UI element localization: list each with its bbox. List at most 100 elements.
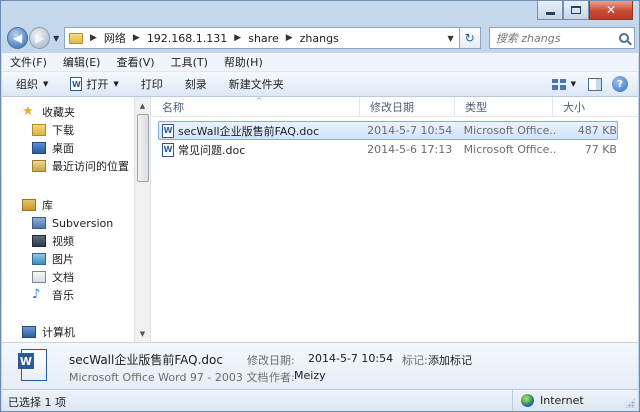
new-folder-label: 新建文件夹	[228, 78, 284, 91]
nav-item-videos[interactable]: 视频	[2, 232, 134, 250]
nav-libraries[interactable]: 库	[2, 196, 134, 214]
back-button[interactable]: ◀	[7, 27, 29, 49]
view-options-dropdown[interactable]: ▼	[571, 80, 576, 88]
nav-item-label: 图片	[52, 253, 74, 266]
nav-favorites[interactable]: ★ 收藏夹	[2, 103, 134, 121]
column-date-modified[interactable]: 修改日期	[360, 96, 455, 117]
details-pane: W secWall企业版售前FAQ.doc Microsoft Office W…	[2, 342, 638, 389]
nav-item-recent-places[interactable]: 最近访问的位置	[2, 157, 134, 175]
breadcrumb-zhangs[interactable]: zhangs	[300, 32, 339, 45]
nav-item-desktop[interactable]: 桌面	[2, 139, 134, 157]
nav-item-documents[interactable]: 文档	[2, 268, 134, 286]
menu-tools[interactable]: 工具(T)	[171, 54, 208, 70]
column-headers: ^ 名称 修改日期 类型 大小	[152, 96, 638, 117]
breadcrumb-share[interactable]: share	[248, 32, 279, 45]
details-tags-value[interactable]: 添加标记	[428, 352, 472, 368]
minimize-button[interactable]	[537, 1, 563, 20]
burn-button[interactable]: 刻录	[185, 76, 207, 92]
details-file-type: Microsoft Office Word 97 - 2003 文档	[69, 371, 269, 384]
downloads-folder-icon	[32, 124, 46, 136]
column-type[interactable]: 类型	[455, 96, 553, 117]
breadcrumb-network[interactable]: 网络	[104, 30, 126, 46]
menu-help[interactable]: 帮助(H)	[224, 54, 263, 70]
recent-pages-dropdown[interactable]: ▼	[51, 34, 61, 43]
open-button[interactable]: W 打开 ▼	[70, 76, 119, 92]
search-box[interactable]	[488, 27, 635, 49]
file-size: 487 KB	[577, 124, 617, 137]
menu-file[interactable]: 文件(F)	[10, 54, 47, 70]
file-name-cell: W secWall企业版售前FAQ.doc	[159, 123, 365, 139]
close-button[interactable]: ✕	[589, 1, 633, 20]
nav-item-subversion[interactable]: Subversion	[2, 214, 134, 232]
nav-item-label: 视频	[52, 235, 74, 248]
print-label: 打印	[140, 78, 163, 91]
back-arrow-icon: ◀	[12, 31, 23, 45]
breadcrumb-separator[interactable]: ▶	[90, 33, 97, 43]
menu-view[interactable]: 查看(V)	[116, 54, 154, 70]
preview-pane-icon[interactable]	[588, 77, 602, 91]
file-row[interactable]: W secWall企业版售前FAQ.doc 2014-5-7 10:54 Mic…	[158, 121, 618, 140]
address-history-dropdown[interactable]: ▼	[443, 34, 459, 43]
organize-button[interactable]: 组织 ▼	[16, 76, 48, 92]
file-type: Microsoft Office...	[463, 124, 558, 137]
nav-item-label: 下载	[52, 124, 74, 137]
print-button[interactable]: 打印	[141, 76, 163, 92]
chevron-down-icon: ▼	[43, 80, 49, 88]
resize-grip[interactable]	[625, 398, 635, 408]
music-icon: ♪	[32, 287, 41, 302]
scrollbar-thumb[interactable]	[137, 114, 149, 182]
burn-label: 刻录	[184, 78, 207, 91]
caption-buttons: ✕	[537, 1, 633, 20]
nav-computer-label: 计算机	[42, 326, 75, 339]
scroll-down-icon[interactable]: ▼	[135, 325, 150, 342]
file-name: secWall企业版售前FAQ.doc	[178, 124, 320, 138]
computer-icon	[22, 326, 36, 338]
change-view-icon[interactable]	[550, 77, 568, 92]
menu-bar: 文件(F) 编辑(E) 查看(V) 工具(T) 帮助(H)	[2, 53, 638, 72]
nav-item-music[interactable]: ♪ 音乐	[2, 286, 134, 304]
word-document-icon: W	[162, 123, 174, 138]
security-zone: Internet	[512, 390, 622, 411]
nav-computer[interactable]: 计算机	[2, 323, 134, 341]
search-icon[interactable]	[618, 33, 629, 43]
menu-edit[interactable]: 编辑(E)	[63, 54, 101, 70]
breadcrumb-separator[interactable]: ▶	[234, 33, 241, 43]
details-author-value[interactable]: Meizy	[294, 369, 326, 382]
pictures-icon	[32, 253, 46, 265]
explorer-window: ✕ ◀ ▶ ▼ ▶ 网络 ▶ 192.168.1.131 ▶ share ▶ z…	[0, 0, 640, 412]
scroll-up-icon[interactable]: ▲	[135, 97, 150, 114]
search-input[interactable]	[495, 31, 616, 45]
status-bar: 已选择 1 项 Internet	[2, 389, 638, 411]
video-icon	[32, 235, 46, 247]
close-icon: ✕	[605, 3, 617, 17]
desktop-icon	[32, 142, 46, 154]
navigation-scrollbar[interactable]: ▲ ▼	[134, 97, 151, 342]
nav-item-label: 音乐	[52, 289, 74, 302]
file-row[interactable]: W 常见问题.doc 2014-5-6 17:13 Microsoft Offi…	[158, 140, 618, 159]
zone-label: Internet	[540, 394, 584, 407]
refresh-button[interactable]: ↻	[459, 27, 481, 49]
file-date: 2014-5-6 17:13	[367, 143, 453, 156]
details-modified-label: 修改日期:	[247, 354, 295, 367]
maximize-button[interactable]	[563, 1, 589, 20]
nav-item-downloads[interactable]: 下载	[2, 121, 134, 139]
folder-icon	[68, 32, 83, 44]
address-bar[interactable]: ▶ 网络 ▶ 192.168.1.131 ▶ share ▶ zhangs ▼	[63, 27, 460, 49]
open-label: 打开	[86, 78, 109, 91]
breadcrumb-separator[interactable]: ▶	[133, 33, 140, 43]
nav-favorites-label: 收藏夹	[42, 106, 75, 119]
help-icon[interactable]: ?	[612, 76, 628, 92]
minimize-icon	[545, 11, 555, 15]
column-size[interactable]: 大小	[553, 97, 633, 117]
new-folder-button[interactable]: 新建文件夹	[229, 76, 284, 92]
nav-item-label: 桌面	[52, 142, 74, 155]
word-document-icon: W	[162, 142, 174, 157]
nav-item-label: 文档	[52, 271, 74, 284]
breadcrumb-separator[interactable]: ▶	[286, 33, 293, 43]
nav-item-label: 最近访问的位置	[52, 160, 129, 173]
nav-libraries-label: 库	[42, 199, 53, 212]
breadcrumb-host[interactable]: 192.168.1.131	[147, 32, 227, 45]
forward-button[interactable]: ▶	[29, 27, 51, 49]
navigation-row: ◀ ▶ ▼ ▶ 网络 ▶ 192.168.1.131 ▶ share ▶ zha…	[7, 25, 635, 51]
nav-item-pictures[interactable]: 图片	[2, 250, 134, 268]
